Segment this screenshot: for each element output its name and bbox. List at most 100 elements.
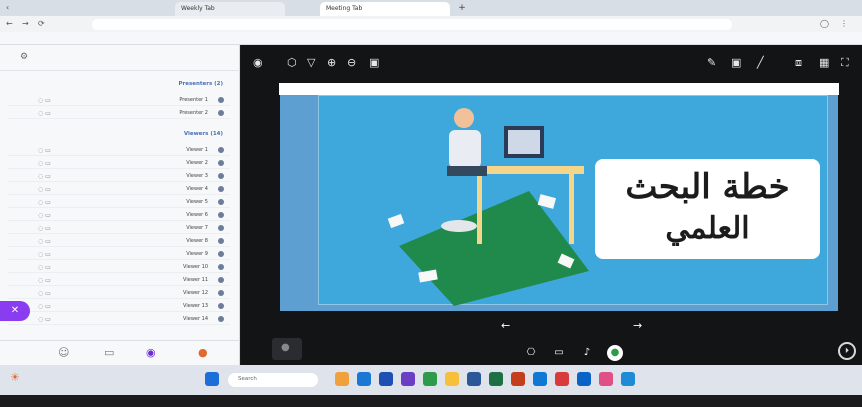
participant-controls-icon[interactable]: ◌ ▭ (38, 147, 51, 154)
menu-icon[interactable]: ⋮ (840, 19, 848, 28)
slide-frame: خطة البحث العلمي (318, 95, 828, 306)
grid-icon[interactable]: ▦ (819, 56, 829, 69)
participant-name: Viewer 8 (186, 238, 208, 244)
presenter-row[interactable]: ◌ ▭ Presenter 1 (8, 95, 230, 106)
shape-icon[interactable]: ▣ (731, 56, 741, 69)
viewer-row[interactable]: ◌ ▭ Viewer 10 (8, 262, 230, 273)
viewer-row[interactable]: ◌ ▭ Viewer 5 (8, 197, 230, 208)
viewer-row[interactable]: ◌ ▭ Viewer 1 (8, 145, 230, 156)
chrome-icon[interactable] (423, 372, 437, 386)
participant-controls-icon[interactable]: ◌ ▭ (38, 290, 51, 297)
participant-controls-icon[interactable]: ◌ ▭ (38, 264, 51, 271)
participant-controls-icon[interactable]: ◌ ▭ (38, 186, 51, 193)
fullscreen-icon[interactable]: ⛶ (841, 56, 849, 70)
fit-screen-icon[interactable]: ▣ (369, 56, 379, 69)
slide: خطة البحث العلمي (280, 84, 838, 311)
word-icon[interactable] (467, 372, 481, 386)
reload-icon[interactable]: ⟳ (38, 19, 45, 28)
participant-controls-icon[interactable]: ◌ ▭ (38, 225, 51, 232)
participant-avatar-icon (218, 225, 224, 231)
participant-name: Viewer 11 (183, 277, 208, 283)
participant-name: Viewer 3 (186, 173, 208, 179)
zoom-in-icon[interactable]: ⊕ (327, 56, 336, 69)
forward-icon[interactable]: → (22, 19, 29, 28)
participant-avatar-icon (218, 212, 224, 218)
back-icon[interactable]: ‹ (6, 3, 9, 12)
app-icon[interactable] (621, 372, 635, 386)
record-icon[interactable]: ● (198, 346, 208, 359)
taskbar-search[interactable]: Search (228, 373, 318, 387)
powerpoint-icon[interactable] (511, 372, 525, 386)
participant-controls-icon[interactable]: ◌ ▭ (38, 97, 51, 104)
chat-icon[interactable]: ☺ (58, 346, 69, 359)
participant-controls-icon[interactable]: ◌ ▭ (38, 277, 51, 284)
participant-controls-icon[interactable]: ◌ ▭ (38, 251, 51, 258)
participant-controls-icon[interactable]: ◌ ▭ (38, 212, 51, 219)
line-icon[interactable]: ╱ (757, 56, 764, 69)
weather-icon: ☀ (10, 371, 20, 384)
viewer-row[interactable]: ◌ ▭ Viewer 12 (8, 288, 230, 299)
participant-controls-icon[interactable]: ◌ ▭ (38, 160, 51, 167)
store-icon[interactable] (379, 372, 393, 386)
participant-controls-icon[interactable]: ◌ ▭ (38, 173, 51, 180)
app-icon[interactable] (577, 372, 591, 386)
edge-icon[interactable] (357, 372, 371, 386)
participant-name: Viewer 9 (186, 251, 208, 257)
menu-circle-icon[interactable]: ◉ (253, 56, 263, 69)
participant-controls-icon[interactable]: ◌ ▭ (38, 199, 51, 206)
youtube-icon[interactable] (555, 372, 569, 386)
viewer-row[interactable]: ◌ ▭ Viewer 9 (8, 249, 230, 260)
viewer-row[interactable]: ◌ ▭ Viewer 11 (8, 275, 230, 286)
presenter-row[interactable]: ◌ ▭ Presenter 2 (8, 108, 230, 119)
viewer-row[interactable]: ◌ ▭ Viewer 8 (8, 236, 230, 247)
viewer-row[interactable]: ◌ ▭ Viewer 4 (8, 184, 230, 195)
profile-icon[interactable]: ◯ (820, 19, 829, 28)
viewer-row[interactable]: ◌ ▭ Viewer 2 (8, 158, 230, 169)
zoom-out-icon[interactable]: ⊖ (347, 56, 356, 69)
person-legs (447, 166, 487, 176)
participant-name: Viewer 1 (186, 147, 208, 153)
participant-name: Presenter 1 (179, 97, 208, 103)
participant-name: Viewer 4 (186, 186, 208, 192)
browser-tab[interactable]: Weekly Tab (175, 2, 285, 16)
participant-controls-icon[interactable]: ◌ ▭ (38, 110, 51, 117)
participant-avatar-icon (218, 238, 224, 244)
pen-icon[interactable]: ✎ (707, 56, 716, 69)
participant-name: Viewer 2 (186, 160, 208, 166)
participant-avatar-icon (218, 277, 224, 283)
outlook-icon[interactable] (533, 372, 547, 386)
teams-icon[interactable] (401, 372, 415, 386)
participant-name: Viewer 12 (183, 290, 208, 296)
app-icon[interactable] (599, 372, 613, 386)
pan-icon[interactable]: ⬡ (287, 56, 297, 69)
participant-controls-icon[interactable]: ◌ ▭ (38, 238, 51, 245)
viewer-row[interactable]: ◌ ▭ Viewer 14 (8, 314, 230, 325)
participant-name: Presenter 2 (179, 110, 208, 116)
browser-tab-active[interactable]: Meeting Tab (320, 2, 450, 16)
excel-icon[interactable] (489, 372, 503, 386)
slide-header-strip (279, 83, 839, 95)
back-icon[interactable]: ← (6, 19, 13, 28)
viewer-row[interactable]: ◌ ▭ Viewer 7 (8, 223, 230, 234)
viewer-row[interactable]: ◌ ▭ Viewer 6 (8, 210, 230, 221)
folder-icon[interactable] (445, 372, 459, 386)
participant-name: Viewer 6 (186, 212, 208, 218)
sidebar-header: ⚙ (0, 45, 240, 71)
viewer-row[interactable]: ◌ ▭ Viewer 13 (8, 301, 230, 312)
notes-icon[interactable]: ▭ (104, 346, 114, 359)
presenter-menu-button[interactable]: ✕ (0, 301, 30, 321)
participants-icon[interactable]: ◉ (146, 346, 156, 359)
viewer-row[interactable]: ◌ ▭ Viewer 3 (8, 171, 230, 182)
pointer-icon[interactable]: ▽ (307, 56, 315, 69)
weather-widget[interactable]: ☀ (10, 371, 20, 384)
participant-controls-icon[interactable]: ◌ ▭ (38, 316, 51, 323)
screenshot-icon[interactable]: ⧈ (795, 56, 802, 70)
participant-controls-icon[interactable]: ◌ ▭ (38, 303, 51, 310)
url-field[interactable] (92, 19, 732, 30)
participant-avatar-icon (218, 264, 224, 270)
file-explorer-icon[interactable] (335, 372, 349, 386)
settings-icon[interactable]: ⚙ (20, 52, 28, 62)
participant-name: Viewer 10 (183, 264, 208, 270)
start-icon[interactable] (205, 372, 219, 386)
new-tab-button[interactable]: + (455, 3, 469, 17)
